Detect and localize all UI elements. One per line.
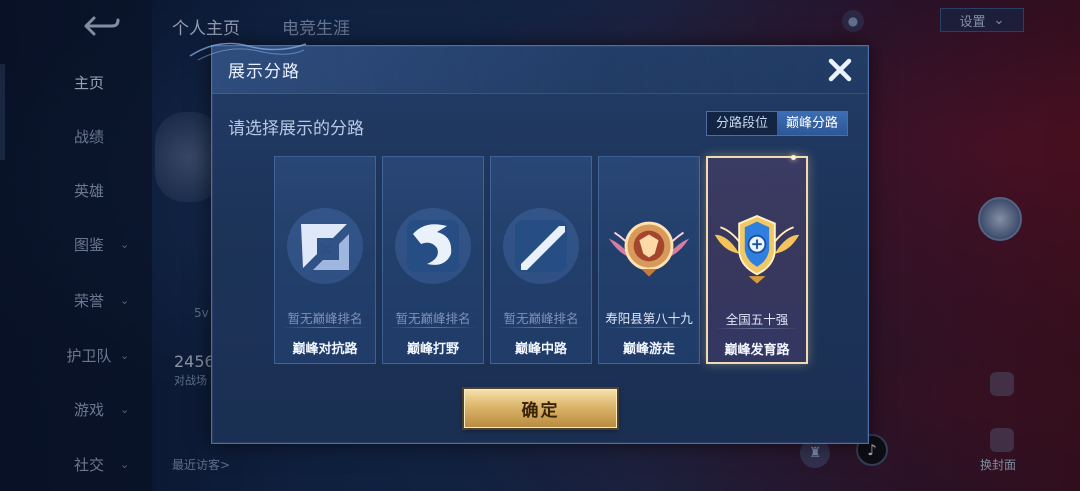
divider <box>714 328 800 329</box>
divider <box>389 327 477 328</box>
lane-rank-text: 暂无巅峰排名 <box>395 311 471 326</box>
roam-badge-icon <box>603 201 695 291</box>
lane-rank-text: 全国五十强 <box>725 312 789 327</box>
farm-lane-badge-icon <box>711 202 803 292</box>
lane-name: 巅峰中路 <box>514 342 567 357</box>
lane-display-dialog: 展示分路 请选择展示的分路 分路段位 巅峰分路 暂无巅峰排名 巅峰对抗路 暂无巅… <box>189 42 869 444</box>
toggle-peak-lane[interactable]: 巅峰分路 <box>776 112 847 135</box>
lane-rank-text: 暂无巅峰排名 <box>287 311 363 326</box>
select-prompt: 请选择展示的分路 <box>228 119 364 139</box>
lane-card-mid[interactable]: 暂无巅峰排名 巅峰中路 <box>490 156 592 364</box>
confirm-button[interactable]: 确定 <box>464 389 617 428</box>
close-icon <box>828 58 852 82</box>
lane-card-list: 暂无巅峰排名 巅峰对抗路 暂无巅峰排名 巅峰打野 暂无巅峰排名 巅峰中路 寿阳县… <box>274 155 814 364</box>
mid-lane-icon <box>495 201 587 291</box>
lane-name: 巅峰对抗路 <box>292 342 358 357</box>
lane-card-roam[interactable]: 寿阳县第八十九 巅峰游走 <box>598 156 700 364</box>
lane-rank-text: 暂无巅峰排名 <box>503 311 579 326</box>
lane-mode-toggle: 分路段位 巅峰分路 <box>705 111 848 136</box>
lane-name: 巅峰打野 <box>406 342 459 357</box>
jungle-icon <box>387 201 479 291</box>
divider <box>605 327 693 328</box>
selected-sparkle <box>791 155 796 160</box>
lane-card-farm[interactable]: 全国五十强 巅峰发育路 <box>706 155 808 364</box>
lane-rank-text: 寿阳县第八十九 <box>605 311 693 326</box>
lane-card-clash[interactable]: 暂无巅峰排名 巅峰对抗路 <box>274 156 376 364</box>
lane-name: 巅峰发育路 <box>724 343 790 358</box>
toggle-lane-rank[interactable]: 分路段位 <box>707 112 777 135</box>
close-button[interactable] <box>822 52 858 88</box>
divider <box>497 327 585 328</box>
dialog-header: 展示分路 <box>189 42 868 94</box>
lane-name: 巅峰游走 <box>622 342 675 357</box>
divider <box>281 327 369 328</box>
clash-lane-icon <box>279 201 371 291</box>
lane-card-jungle[interactable]: 暂无巅峰排名 巅峰打野 <box>382 156 484 364</box>
dialog-title: 展示分路 <box>228 62 300 82</box>
